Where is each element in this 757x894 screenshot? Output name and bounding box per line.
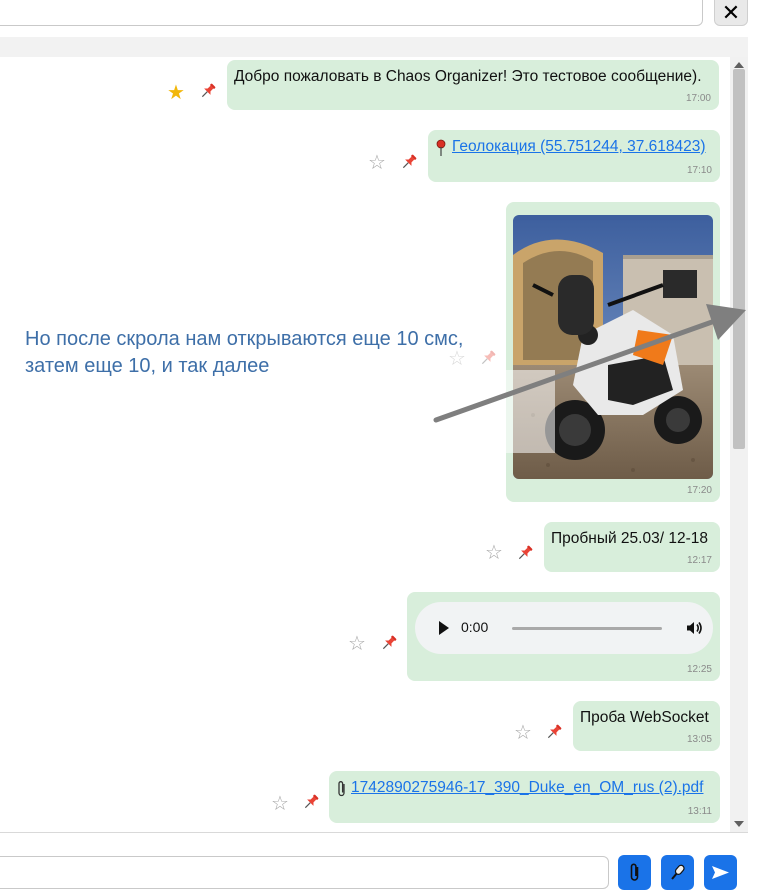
paperclip-icon [338, 781, 345, 797]
geolocation-link[interactable]: Геолокация (55.751244, 37.618423) [452, 138, 706, 156]
record-button[interactable] [661, 855, 694, 890]
search-input[interactable] [0, 0, 703, 26]
message-text: Проба WebSocket [580, 709, 709, 726]
favorite-star-icon[interactable]: ☆ [271, 794, 289, 814]
favorite-star-icon[interactable]: ☆ [485, 543, 503, 563]
message-bubble: Геолокация (55.751244, 37.618423) 17:10 [428, 130, 720, 182]
play-icon[interactable] [439, 621, 449, 635]
message-text: Пробный 25.03/ 12-18 [551, 530, 708, 547]
audio-current-time: 0:00 [461, 619, 489, 635]
microphone-icon [671, 864, 685, 880]
message-text: Добро пожаловать в Chaos Organizer! Это … [234, 68, 702, 85]
pin-icon[interactable] [399, 152, 419, 172]
message-input[interactable] [0, 856, 609, 889]
audio-progress-track[interactable] [512, 627, 662, 630]
map-pin-icon [436, 139, 446, 156]
close-button[interactable]: ✕ [714, 0, 748, 26]
favorite-star-icon[interactable]: ☆ [348, 634, 366, 654]
annotation-note: Но после скрола нам открываются еще 10 с… [25, 326, 525, 380]
close-icon: ✕ [721, 0, 741, 25]
volume-icon[interactable] [685, 619, 703, 637]
chat-header-strip [0, 37, 748, 57]
annotation-line-1: Но после скрола нам открываются еще 10 с… [25, 328, 464, 350]
pin-icon[interactable] [198, 81, 218, 101]
chat-messages[interactable]: ★ Добро пожаловать в Chaos Organizer! Эт… [0, 57, 730, 832]
audio-player[interactable]: 0:00 [415, 602, 713, 654]
pin-icon[interactable] [301, 792, 321, 812]
message-bubble: Добро пожаловать в Chaos Organizer! Это … [227, 60, 719, 110]
pin-icon[interactable] [515, 543, 535, 563]
pin-icon[interactable] [379, 633, 399, 653]
message-bubble: Пробный 25.03/ 12-18 12:17 [544, 522, 720, 572]
scroll-down-arrow-icon[interactable] [734, 821, 744, 827]
annotation-line-2: затем еще 10, и так далее [25, 355, 270, 377]
message-time: 13:11 [687, 806, 712, 817]
chat-scrollbar[interactable] [730, 57, 748, 832]
divider [0, 832, 748, 833]
message-bubble: 1742890275946-17_390_Duke_en_OM_rus (2).… [329, 771, 720, 823]
scroll-up-arrow-icon[interactable] [734, 62, 744, 68]
message-bubble: Проба WebSocket 13:05 [573, 701, 720, 751]
favorite-star-icon[interactable]: ☆ [368, 153, 386, 173]
message-time: 17:20 [686, 485, 712, 496]
message-time: 12:25 [686, 664, 712, 675]
message-bubble: 17:20 [506, 202, 720, 502]
pin-icon[interactable] [544, 722, 564, 742]
file-link[interactable]: 1742890275946-17_390_Duke_en_OM_rus (2).… [351, 779, 703, 797]
paperclip-icon [630, 863, 639, 881]
message-time: 13:05 [686, 734, 712, 745]
favorite-star-icon[interactable]: ☆ [514, 723, 532, 743]
message-time: 12:17 [686, 555, 712, 566]
favorite-star-icon[interactable]: ★ [167, 83, 185, 103]
scroll-thumb[interactable] [733, 69, 745, 449]
annotation-highlight [450, 370, 555, 453]
message-bubble: 0:00 12:25 [407, 592, 720, 681]
message-time: 17:00 [685, 93, 711, 104]
send-button[interactable] [704, 855, 737, 890]
attach-button[interactable] [618, 855, 651, 890]
send-icon [712, 866, 729, 879]
message-time: 17:10 [686, 165, 712, 176]
